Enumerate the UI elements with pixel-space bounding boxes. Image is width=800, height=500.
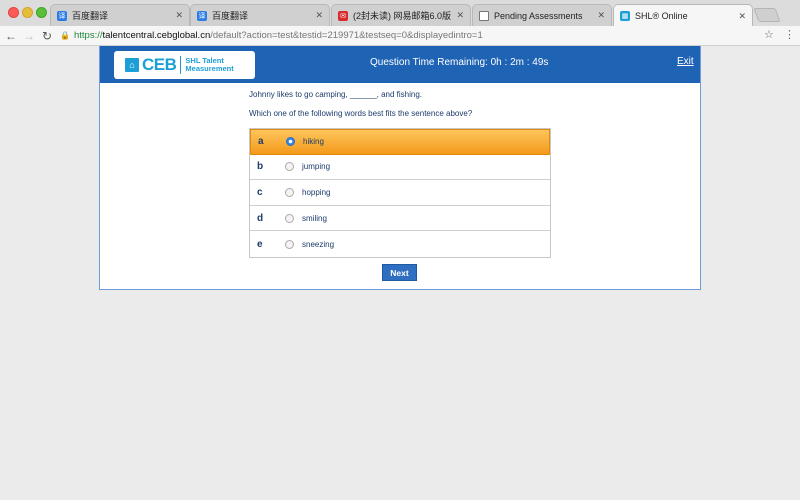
radio-button[interactable] xyxy=(285,187,294,197)
page-content: ⌂ CEB SHL Talent Measurement Question Ti… xyxy=(0,46,800,500)
next-button[interactable]: Next xyxy=(382,264,417,281)
tab-label: SHL® Online xyxy=(635,11,688,21)
browser-tab-strip: 译 百度翻译 ✕ 译 百度翻译 ✕ ✉ (2封未读) 网易邮箱6.0版 ✕ Pe… xyxy=(0,0,800,27)
bookmark-star-icon[interactable]: ☆ xyxy=(764,28,774,41)
baidu-translate-icon: 译 xyxy=(197,10,207,21)
option-letter: a xyxy=(258,136,264,148)
answer-option-a[interactable]: a hiking xyxy=(250,129,550,155)
option-letter: b xyxy=(257,161,264,173)
answer-option-d[interactable]: d smiling xyxy=(250,205,550,232)
browser-tab-4[interactable]: Pending Assessments ✕ xyxy=(472,4,612,26)
logo-text: CEB xyxy=(142,55,177,74)
close-tab-icon[interactable]: ✕ xyxy=(738,11,746,22)
option-letter: d xyxy=(257,212,264,224)
browser-tab-1[interactable]: 译 百度翻译 ✕ xyxy=(50,4,190,26)
tab-label: Pending Assessments xyxy=(494,10,583,21)
logo-divider xyxy=(180,56,182,74)
question-sentence: Johnny likes to go camping, ______, and … xyxy=(249,90,423,99)
url-scheme: https:// xyxy=(73,30,103,41)
close-window-button[interactable] xyxy=(8,7,19,18)
browser-tab-5-active[interactable]: ▦ SHL® Online ✕ xyxy=(613,4,753,27)
radio-button[interactable] xyxy=(285,213,294,223)
forward-arrow-icon[interactable]: → xyxy=(22,28,36,44)
back-arrow-icon[interactable]: ← xyxy=(4,28,18,44)
radio-button[interactable] xyxy=(285,162,294,172)
option-text: hiking xyxy=(303,137,324,147)
close-tab-icon[interactable]: ✕ xyxy=(315,10,323,21)
radio-button-checked[interactable] xyxy=(286,137,295,147)
assessment-header: ⌂ CEB SHL Talent Measurement Question Ti… xyxy=(100,46,700,83)
lock-icon: 🔒 xyxy=(60,31,70,40)
question-prompt: Which one of the following words best fi… xyxy=(249,109,473,118)
option-text: smiling xyxy=(302,213,327,223)
tab-label: (2封未读) 网易邮箱6.0版 xyxy=(353,11,452,21)
ceb-building-icon: ⌂ xyxy=(125,58,139,72)
address-bar[interactable]: 🔒 https:// talentcentral.cebglobal.cn /d… xyxy=(60,28,760,44)
question-timer: Question Time Remaining: 0h : 2m : 49s xyxy=(370,57,549,68)
option-text: sneezing xyxy=(302,239,335,249)
exit-link[interactable]: Exit xyxy=(677,56,694,67)
logo-subtitle-line2: Measurement xyxy=(185,64,234,73)
option-letter: e xyxy=(257,238,263,250)
answer-option-b[interactable]: b jumping xyxy=(250,154,550,181)
answer-options: a hiking b jumping c hopping d smiling e xyxy=(249,128,551,258)
url-host: talentcentral.cebglobal.cn xyxy=(102,30,211,41)
browser-toolbar: ← → ↻ 🔒 https:// talentcentral.cebglobal… xyxy=(0,26,800,46)
document-icon xyxy=(479,10,489,21)
baidu-translate-icon: 译 xyxy=(57,10,67,21)
option-text: hopping xyxy=(302,187,331,197)
assessment-frame: ⌂ CEB SHL Talent Measurement Question Ti… xyxy=(99,46,701,290)
tab-label: 百度翻译 xyxy=(212,11,249,21)
maximize-window-button[interactable] xyxy=(36,7,47,18)
tab-label: 百度翻译 xyxy=(72,11,109,21)
minimize-window-button[interactable] xyxy=(22,7,33,18)
radio-button[interactable] xyxy=(285,239,294,249)
answer-option-e[interactable]: e sneezing xyxy=(250,231,550,257)
reload-icon[interactable]: ↻ xyxy=(40,28,54,44)
shl-icon: ▦ xyxy=(620,11,630,21)
browser-tab-3[interactable]: ✉ (2封未读) 网易邮箱6.0版 ✕ xyxy=(331,4,471,26)
url-path: /default?action=test&testid=219971&tests… xyxy=(210,30,483,41)
browser-menu-icon[interactable]: ⋮ xyxy=(784,28,795,41)
logo-subtitle: SHL Talent Measurement xyxy=(185,57,233,73)
new-tab-button[interactable] xyxy=(753,8,781,22)
close-tab-icon[interactable]: ✕ xyxy=(456,10,464,21)
close-tab-icon[interactable]: ✕ xyxy=(597,10,605,21)
answer-option-c[interactable]: c hopping xyxy=(250,180,550,206)
close-tab-icon[interactable]: ✕ xyxy=(175,10,183,21)
option-text: jumping xyxy=(302,162,331,172)
option-letter: c xyxy=(257,186,263,198)
browser-tab-2[interactable]: 译 百度翻译 ✕ xyxy=(190,4,330,26)
ceb-logo: ⌂ CEB SHL Talent Measurement xyxy=(114,51,255,79)
netease-mail-icon: ✉ xyxy=(338,10,348,21)
